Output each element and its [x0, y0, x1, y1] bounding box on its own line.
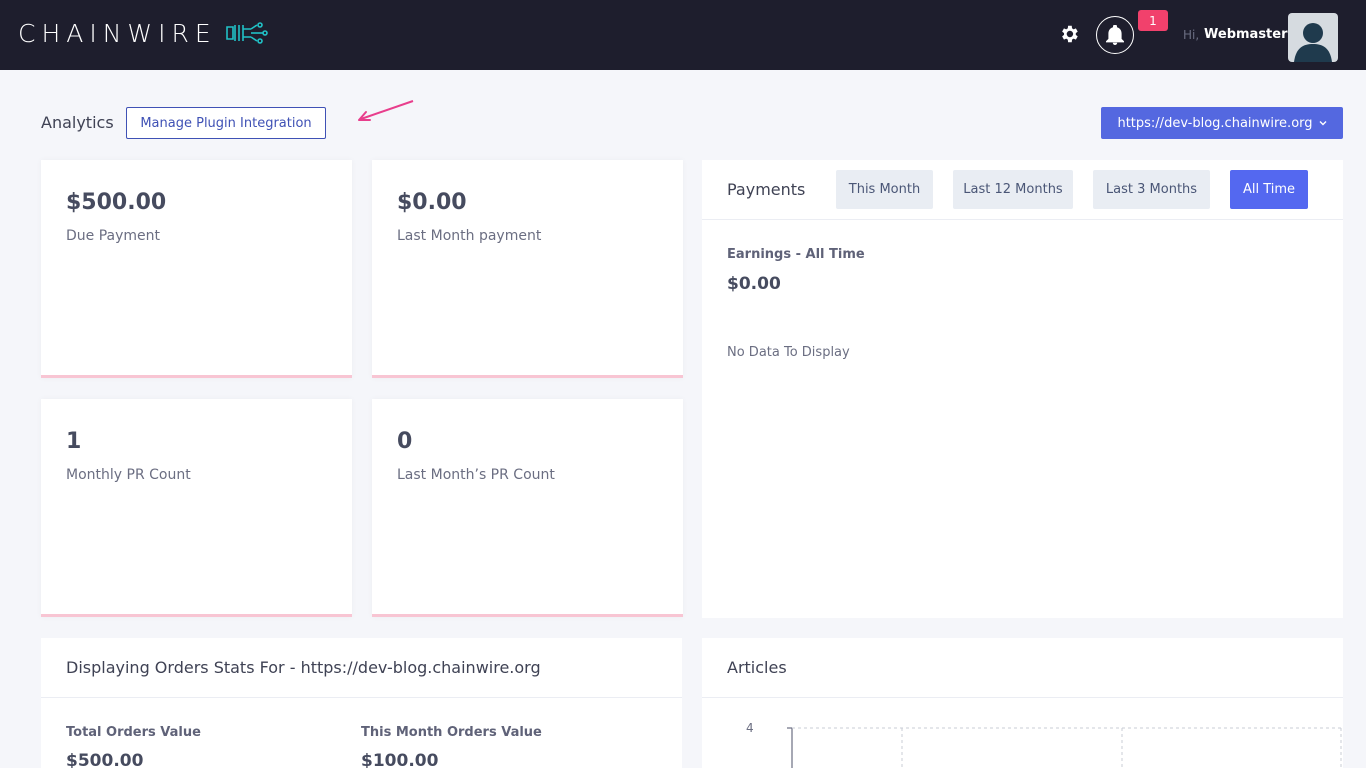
tab-this-month[interactable]: This Month — [836, 170, 933, 209]
monthly-pr-count-card: 1 Monthly PR Count — [41, 399, 352, 617]
stat-value: 0 — [397, 429, 413, 454]
articles-panel: Articles 4 — [702, 638, 1343, 768]
due-payment-card: $500.00 Due Payment — [41, 160, 352, 378]
orders-header: Displaying Orders Stats For - https://de… — [41, 638, 682, 698]
notifications-button[interactable] — [1096, 16, 1134, 54]
tab-last-12-months[interactable]: Last 12 Months — [953, 170, 1073, 209]
user-avatar[interactable] — [1288, 13, 1338, 62]
greeting-text: Hi, — [1183, 28, 1200, 42]
orders-stats-panel: Displaying Orders Stats For - https://de… — [41, 638, 682, 768]
top-navbar: CHAINWIRE 1 Hi, Webmaster — [0, 0, 1366, 70]
total-orders-value: $500.00 — [66, 751, 144, 768]
earnings-value: $0.00 — [727, 274, 781, 294]
manage-plugin-integration-button[interactable]: Manage Plugin Integration — [126, 107, 326, 139]
earnings-label: Earnings - All Time — [727, 247, 865, 262]
last-month-payment-card: $0.00 Last Month payment — [372, 160, 683, 378]
payments-header: Payments This Month Last 12 Months Last … — [702, 160, 1343, 220]
site-selector-dropdown[interactable]: https://dev-blog.chainwire.org — [1101, 107, 1343, 139]
settings-gear-icon[interactable] — [1058, 23, 1080, 45]
tab-all-time[interactable]: All Time — [1230, 170, 1308, 209]
stat-value: 1 — [66, 429, 82, 454]
stat-value: $500.00 — [66, 190, 167, 215]
chainwire-logo-icon — [225, 22, 268, 44]
notification-count-badge[interactable]: 1 — [1138, 10, 1168, 31]
month-orders-value: $100.00 — [361, 751, 439, 768]
brand-logo[interactable]: CHAINWIRE — [18, 18, 269, 48]
bell-icon — [1106, 25, 1124, 45]
orders-title: Displaying Orders Stats For - https://de… — [66, 658, 541, 677]
username[interactable]: Webmaster — [1204, 27, 1288, 42]
stat-value: $0.00 — [397, 190, 467, 215]
stat-label: Monthly PR Count — [66, 467, 191, 483]
y-tick-label: 4 — [746, 721, 754, 735]
chevron-down-icon — [1319, 121, 1327, 126]
total-orders-label: Total Orders Value — [66, 725, 201, 740]
brand-name: CHAINWIRE — [18, 18, 217, 48]
payments-panel: Payments This Month Last 12 Months Last … — [702, 160, 1343, 618]
stat-label: Due Payment — [66, 228, 161, 244]
stat-label: Last Month’s PR Count — [397, 467, 555, 483]
month-orders-label: This Month Orders Value — [361, 725, 542, 740]
user-silhouette-icon — [1294, 23, 1332, 62]
page-title: Analytics — [41, 113, 114, 132]
annotation-arrow-icon — [358, 100, 414, 121]
tab-last-3-months[interactable]: Last 3 Months — [1093, 170, 1210, 209]
empty-state-message: No Data To Display — [727, 345, 850, 360]
stat-label: Last Month payment — [397, 228, 542, 244]
site-selector-label: https://dev-blog.chainwire.org — [1117, 115, 1313, 131]
articles-title: Articles — [727, 658, 787, 677]
payments-title: Payments — [727, 180, 806, 199]
articles-chart: 4 — [746, 721, 1343, 768]
last-month-pr-count-card: 0 Last Month’s PR Count — [372, 399, 683, 617]
articles-header: Articles — [702, 638, 1343, 698]
